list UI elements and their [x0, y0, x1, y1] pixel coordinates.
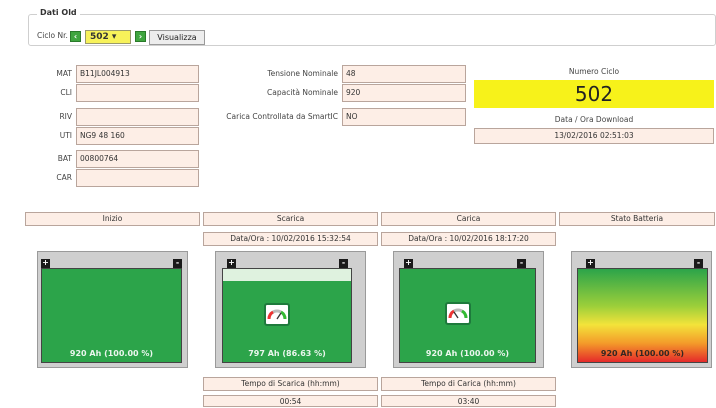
tempo-carica-value: 03:40 [381, 395, 556, 407]
tensione-field: 48 [342, 65, 466, 83]
battery-scarica-text: 797 Ah (86.63 %) [248, 349, 326, 358]
ciclo-nr-label: Ciclo Nr. [37, 31, 68, 40]
uti-field: NG9 48 160 [76, 127, 199, 145]
car-field [76, 169, 199, 187]
dati-old-legend: Dati Old [37, 8, 80, 17]
carica-date: Data/Ora : 10/02/2016 18:17:20 [381, 232, 556, 246]
gauge-icon [264, 303, 290, 326]
plus-terminal-icon: + [404, 258, 413, 268]
arrow-right-icon: › [138, 32, 143, 41]
plus-terminal-icon: + [227, 258, 236, 268]
tensione-label: Tensione Nominale [267, 69, 338, 78]
ciclo-select[interactable]: 502 ▾ [85, 30, 131, 44]
download-value: 13/02/2016 02:51:03 [474, 128, 714, 144]
plus-terminal-icon: + [586, 258, 595, 268]
numero-ciclo-label: Numero Ciclo [568, 67, 620, 76]
col-carica-header: Carica [381, 212, 556, 226]
riv-label: RIV [59, 112, 72, 121]
prev-cycle-button[interactable]: ‹ [70, 31, 81, 42]
minus-terminal-icon: - [694, 259, 703, 268]
scarica-date: Data/Ora : 10/02/2016 15:32:54 [203, 232, 378, 246]
minus-terminal-icon: - [173, 259, 182, 268]
uti-label: UTI [59, 131, 72, 140]
plus-terminal-icon: + [41, 258, 50, 268]
mat-label: MAT [56, 69, 72, 78]
gauge-icon [445, 302, 471, 325]
battery-stato-text: 920 Ah (100.00 %) [600, 349, 685, 358]
car-label: CAR [56, 173, 72, 182]
col-scarica-header: Scarica [203, 212, 378, 226]
tempo-scarica-label: Tempo di Scarica (hh:mm) [203, 377, 378, 391]
bat-label: BAT [57, 154, 72, 163]
minus-terminal-icon: - [339, 259, 348, 268]
col-stato-header: Stato Batteria [559, 212, 715, 226]
capacita-label: Capacità Nominale [267, 88, 338, 97]
numero-ciclo-value: 502 [474, 80, 714, 108]
bat-field: 00800764 [76, 150, 199, 168]
next-cycle-button[interactable]: › [135, 31, 146, 42]
cli-field [76, 84, 199, 102]
arrow-left-icon: ‹ [73, 32, 78, 41]
smartic-label: Carica Controllata da SmartIC [226, 112, 338, 121]
battery-carica-text: 920 Ah (100.00 %) [425, 349, 510, 358]
mat-field: B11JL004913 [76, 65, 199, 83]
capacita-field: 920 [342, 84, 466, 102]
smartic-field: NO [342, 108, 466, 126]
cli-label: CLI [60, 88, 72, 97]
tempo-carica-label: Tempo di Carica (hh:mm) [381, 377, 556, 391]
visualizza-button[interactable]: Visualizza [149, 30, 205, 45]
col-inizio-header: Inizio [25, 212, 200, 226]
riv-field [76, 108, 199, 126]
minus-terminal-icon: - [517, 259, 526, 268]
dati-old-fieldset [28, 14, 716, 46]
battery-inizio-text: 920 Ah (100.00 %) [69, 349, 154, 358]
tempo-scarica-value: 00:54 [203, 395, 378, 407]
download-label: Data / Ora Download [554, 115, 634, 124]
